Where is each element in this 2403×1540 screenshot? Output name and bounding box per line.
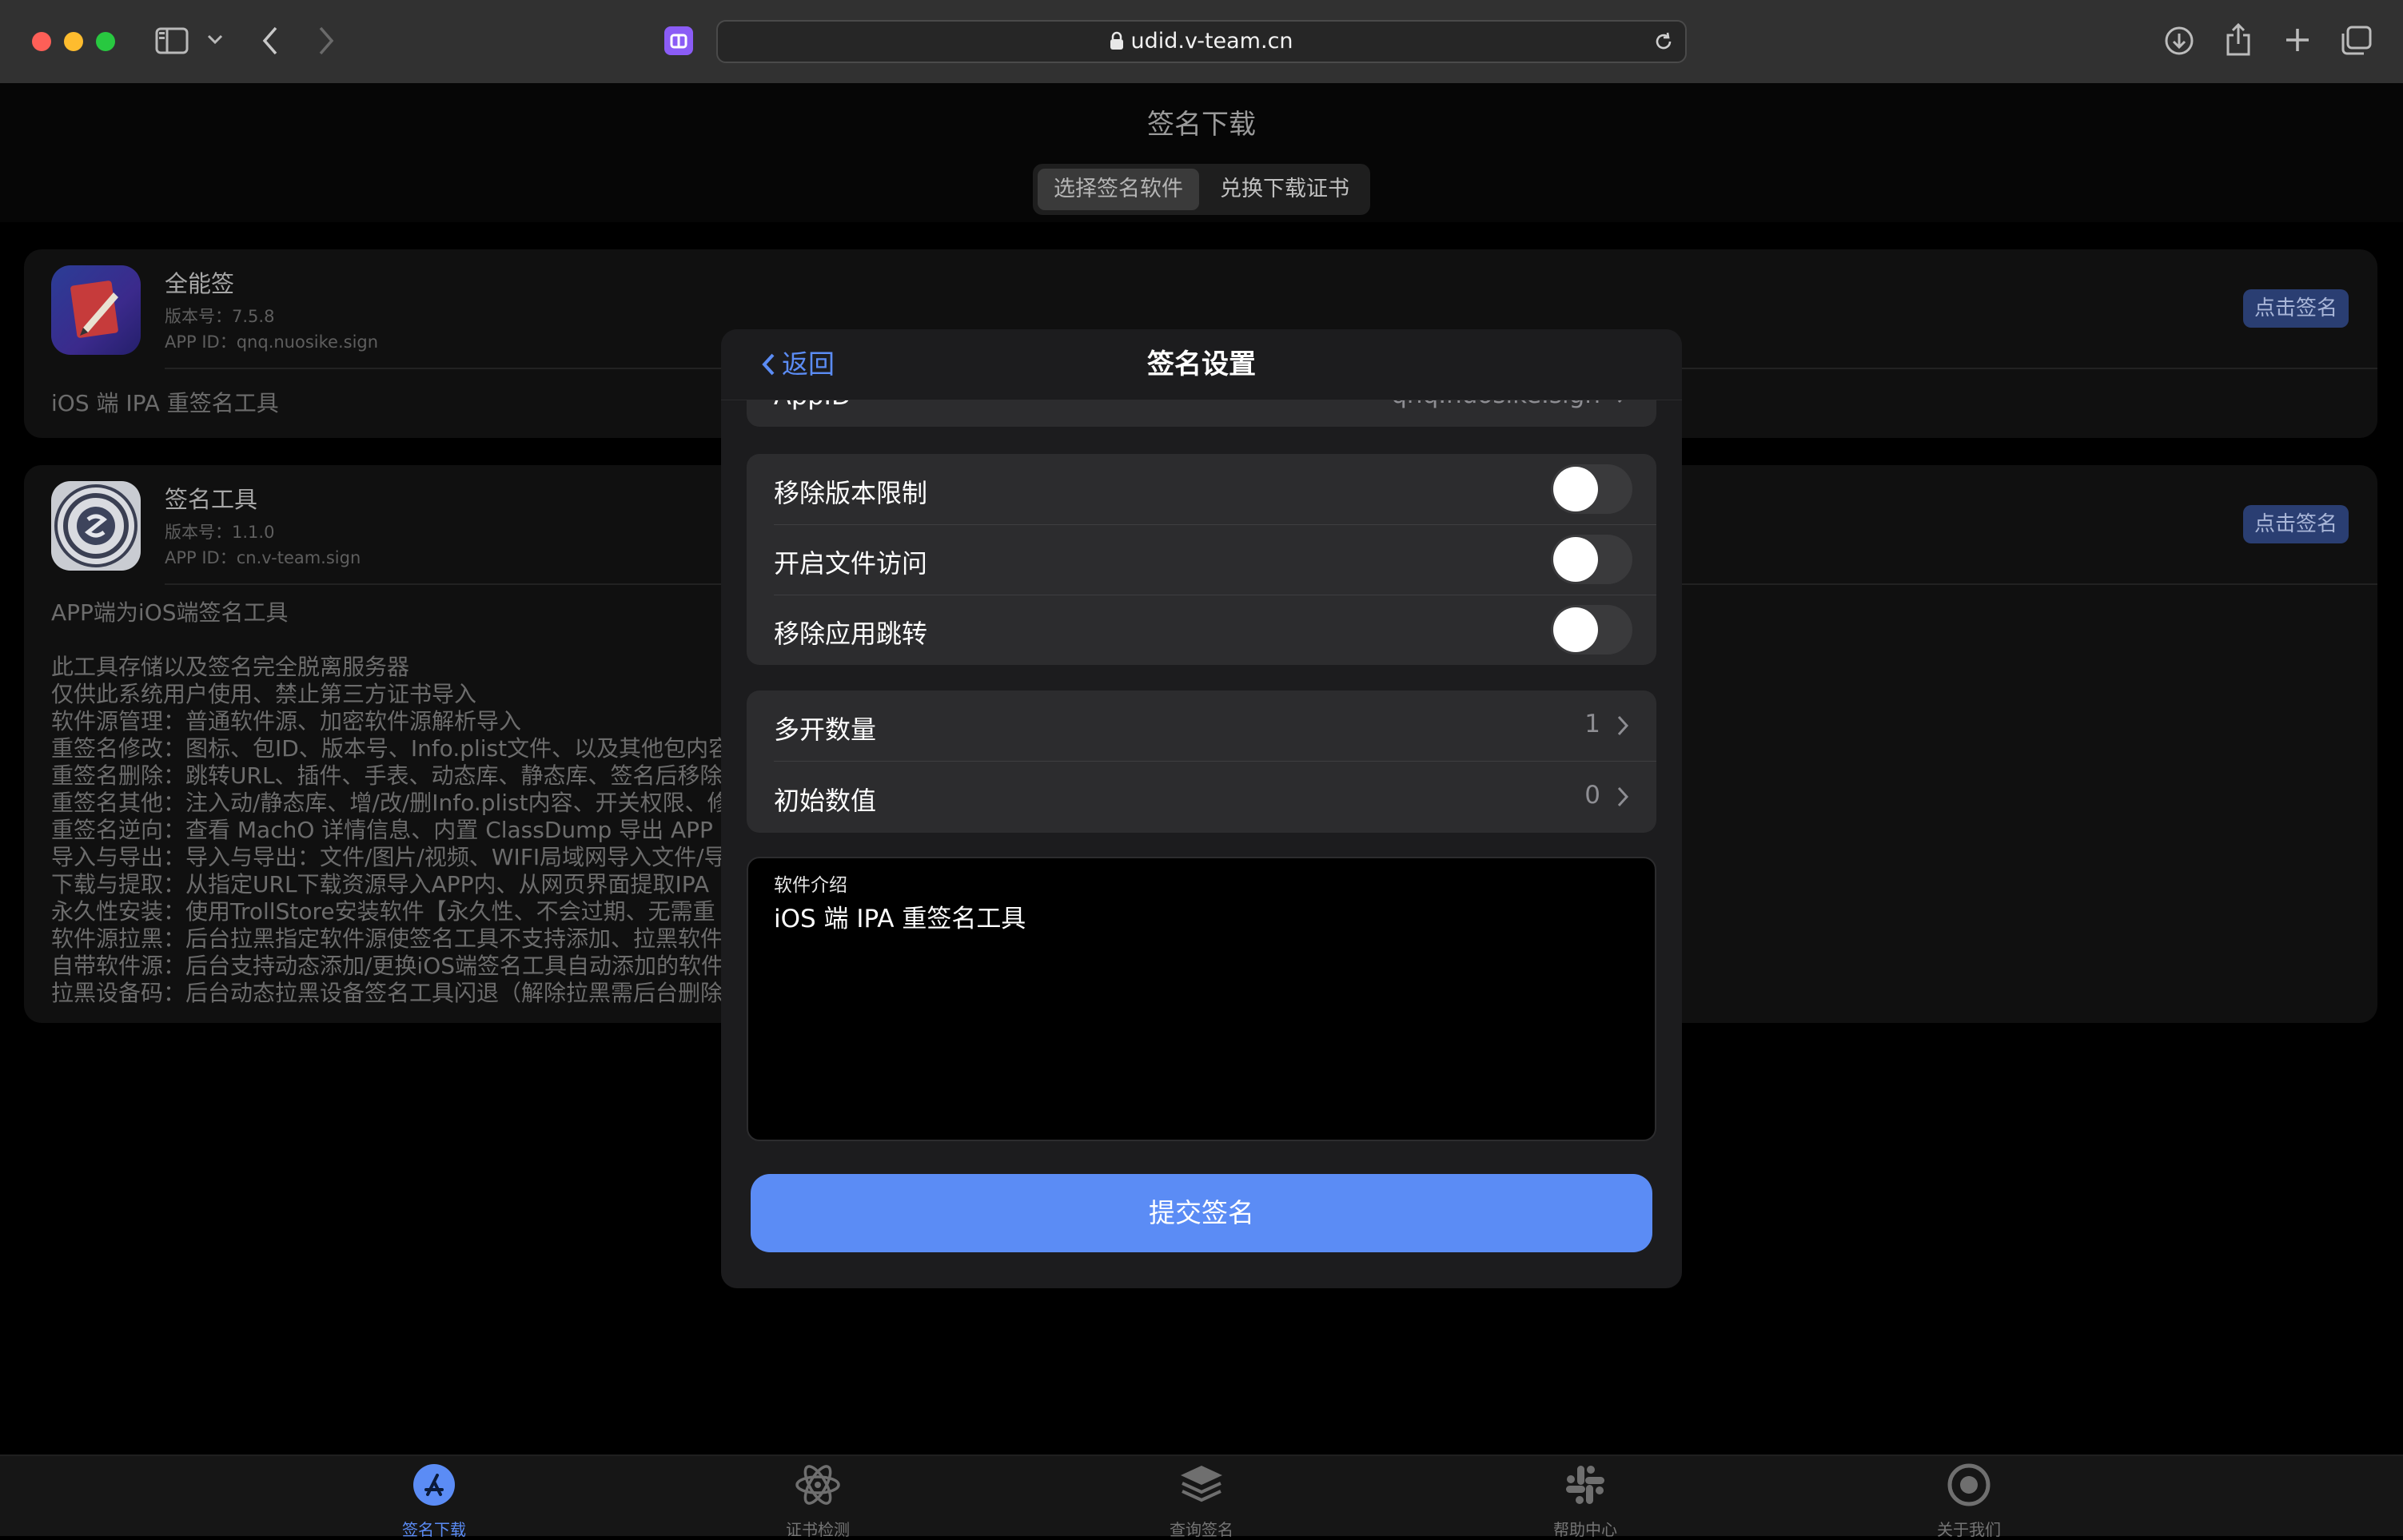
description-line: 重签名其他：注入动/静态库、增/改/删Info.plist内容、开关权限、修	[51, 790, 730, 816]
initial-value-value: 0	[1584, 781, 1600, 810]
reload-icon[interactable]	[1653, 31, 1674, 55]
instance-count-row[interactable]: 多开数量 1	[747, 690, 1656, 761]
app-name: 全能签	[165, 270, 235, 297]
enable-file-access-toggle[interactable]	[1551, 535, 1632, 584]
back-label: 返回	[782, 348, 835, 380]
initial-value-row[interactable]: 初始数值 0	[747, 762, 1656, 832]
tab-label: 证书检测	[786, 1520, 850, 1539]
sign-button[interactable]: 点击签名	[2243, 505, 2349, 543]
tab-label: 查询签名	[1170, 1520, 1233, 1539]
description-line: 永久性安装：使用TrollStore安装软件【永久性、不会过期、无需重	[51, 898, 715, 925]
app-name: 签名工具	[165, 486, 258, 513]
remove-version-limit-toggle[interactable]	[1551, 464, 1632, 514]
remove-app-redirect-label: 移除应用跳转	[774, 619, 928, 649]
description-value: iOS 端 IPA 重签名工具	[774, 905, 1026, 933]
toggle-group: 移除版本限制 开启文件访问 移除应用跳转	[747, 454, 1656, 665]
description-line: 重签名逆向：查看 MachO 详情信息、内置 ClassDump 导出 APP …	[51, 817, 743, 843]
sign-settings-modal: 签名设置 返回 AppID qnq.nuosike.sign 移除版本限制 开启…	[721, 329, 1682, 1288]
bottom-tab-bar: 签名下载 证书检测 查询签名 帮助中心 关于我们	[0, 1454, 2403, 1539]
chevron-right-icon	[1616, 786, 1629, 811]
chevron-right-icon	[1616, 714, 1629, 740]
app-icon-signing-tool	[51, 481, 141, 571]
url-label: udid.v-team.cn	[1130, 29, 1293, 54]
tab-help-center[interactable]: 帮助中心	[1489, 1456, 1681, 1539]
app-description: APP端为iOS端签名工具 此工具存储以及签名完全脱离服务器 仅供此系统用户使用、…	[51, 599, 743, 1007]
tab-redeem-certificate[interactable]: 兑换下载证书	[1204, 169, 1365, 210]
appstore-icon	[410, 1462, 458, 1507]
chevron-left-icon	[761, 332, 775, 403]
tab-label: 签名下载	[402, 1520, 466, 1539]
toggle-knob	[1553, 467, 1598, 511]
sidebar-icon[interactable]	[155, 26, 189, 55]
tab-sign-download[interactable]: 签名下载	[338, 1456, 530, 1539]
description-label: 软件介绍	[774, 875, 847, 896]
modal-header: 签名设置 返回	[721, 329, 1682, 400]
description-line: 重签名修改：图标、包ID、版本号、Info.plist文件、以及其他包内容	[51, 735, 731, 762]
description-textarea[interactable]: 软件介绍 iOS 端 IPA 重签名工具	[747, 857, 1656, 1141]
app-icon-quannengqian	[51, 265, 141, 355]
url-text: udid.v-team.cn	[718, 22, 1685, 62]
back-navigation-icon[interactable]	[261, 26, 280, 56]
page-header: 签名下载 选择签名软件 兑换下载证书	[0, 83, 2403, 222]
initial-value-label: 初始数值	[774, 786, 877, 816]
app-id: APP ID：cn.v-team.sign	[165, 548, 361, 567]
tab-overview-icon[interactable]	[2341, 26, 2373, 56]
description-line: 仅供此系统用户使用、禁止第三方证书导入	[51, 681, 477, 707]
extension-icon[interactable]	[664, 26, 694, 56]
layers-icon	[1178, 1462, 1225, 1507]
description-line: 重签名删除：跳转URL、插件、手表、动态库、静态库、签名后移除	[51, 762, 723, 789]
zoom-window-button[interactable]	[96, 32, 115, 51]
description-line: 此工具存储以及签名完全脱离服务器	[51, 654, 410, 680]
share-icon[interactable]	[2224, 22, 2253, 58]
description-line: 软件源拉黑：后台拉黑指定软件源使签名工具不支持添加、拉黑软件	[51, 925, 723, 952]
atom-icon	[794, 1462, 842, 1507]
instance-count-value: 1	[1584, 710, 1600, 738]
record-icon	[1945, 1462, 1993, 1507]
description-line	[51, 627, 743, 654]
remove-app-redirect-toggle[interactable]	[1551, 605, 1632, 655]
download-icon[interactable]	[2163, 25, 2195, 57]
slack-icon	[1561, 1462, 1609, 1507]
description-line: 软件源管理：普通软件源、加密软件源解析导入	[51, 708, 522, 734]
toggle-knob	[1553, 537, 1598, 582]
page-title: 签名下载	[1147, 109, 1256, 141]
instance-count-label: 多开数量	[774, 714, 877, 745]
lock-icon	[1110, 24, 1124, 64]
enable-file-access-label: 开启文件访问	[774, 548, 928, 579]
description-line: APP端为iOS端签名工具	[51, 599, 289, 626]
description-line: 拉黑设备码：后台动态拉黑设备签名工具闪退（解除拉黑需后台删除	[51, 980, 723, 1006]
remove-version-limit-label: 移除版本限制	[774, 478, 928, 508]
chevron-down-icon[interactable]	[206, 34, 224, 46]
new-tab-icon[interactable]	[2283, 26, 2312, 54]
back-button[interactable]: 返回	[761, 329, 835, 400]
minimize-window-button[interactable]	[64, 32, 83, 51]
app-version: 版本号：7.5.8	[165, 307, 275, 326]
tab-label: 帮助中心	[1553, 1520, 1617, 1539]
counter-group: 多开数量 1 初始数值 0	[747, 690, 1656, 833]
description-line: 下载与提取：从指定URL下载资源导入APP内、从网页界面提取IPA	[51, 871, 709, 897]
tab-select-app[interactable]: 选择签名软件	[1038, 169, 1199, 210]
row-separator	[774, 524, 1656, 525]
tab-about-us[interactable]: 关于我们	[1873, 1456, 2065, 1539]
description-line: 自带软件源：后台支持动态添加/更换iOS端签名工具自动添加的软件	[51, 953, 724, 979]
address-bar[interactable]: udid.v-team.cn	[716, 20, 1687, 63]
app-id: APP ID：qnq.nuosike.sign	[165, 332, 379, 352]
tab-label: 关于我们	[1937, 1520, 2001, 1539]
browser-toolbar: udid.v-team.cn	[0, 0, 2403, 85]
segmented-control: 选择签名软件 兑换下载证书	[1033, 164, 1370, 215]
forward-navigation-icon[interactable]	[317, 26, 336, 56]
app-version: 版本号：1.1.0	[165, 523, 275, 542]
submit-sign-button[interactable]: 提交签名	[751, 1174, 1652, 1252]
close-window-button[interactable]	[32, 32, 51, 51]
tab-query-signature[interactable]: 查询签名	[1106, 1456, 1297, 1539]
toggle-knob	[1553, 607, 1598, 652]
modal-title: 签名设置	[1147, 348, 1256, 380]
app-description: iOS 端 IPA 重签名工具	[51, 390, 279, 416]
sign-button[interactable]: 点击签名	[2243, 289, 2349, 328]
description-line: 导入与导出：导入与导出：文件/图片/视频、WIFI局域网导入文件/导	[51, 844, 727, 870]
tab-certificate-check[interactable]: 证书检测	[722, 1456, 914, 1539]
